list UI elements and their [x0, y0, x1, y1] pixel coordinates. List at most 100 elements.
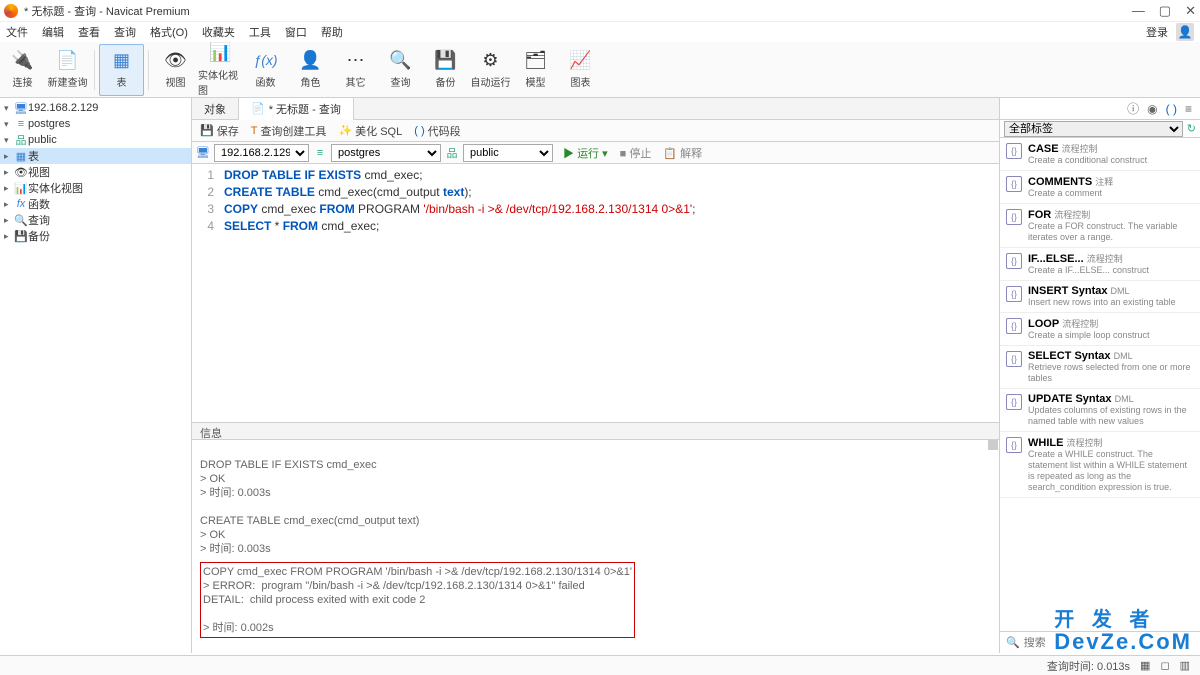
user-avatar-icon[interactable]: 👤: [1176, 23, 1194, 41]
tree-backups[interactable]: ▸💾备份: [0, 228, 191, 244]
menu-view[interactable]: 查看: [78, 24, 100, 40]
sql-editor[interactable]: 1234 DROP TABLE IF EXISTS cmd_exec;CREAT…: [192, 164, 999, 422]
toolbar-自动运行[interactable]: 自动运行: [468, 44, 513, 96]
toolbar-角色[interactable]: 角色: [288, 44, 333, 96]
save-button[interactable]: 💾保存: [200, 123, 239, 139]
tree-functions[interactable]: ▸fx函数: [0, 196, 191, 212]
snippet-icon: {}: [1006, 437, 1022, 453]
tree-queries[interactable]: ▸🔍查询: [0, 212, 191, 228]
line-gutter: 1234: [192, 164, 220, 422]
title-bar: * 无标题 - 查询 - Navicat Premium — ▢ ✕: [0, 0, 1200, 22]
ic-chart: [569, 50, 593, 70]
snippet-icon: {}: [1006, 253, 1022, 269]
snippet-SELECT Syntax[interactable]: {}SELECT Syntax DMLRetrieve rows selecte…: [1000, 346, 1200, 389]
query-builder-button[interactable]: T查询创建工具: [251, 123, 327, 139]
toolbar-图表[interactable]: 图表: [558, 44, 603, 96]
snippet-icon: {}: [1006, 394, 1022, 410]
toolbar-实体化视图[interactable]: 实体化视图: [198, 44, 243, 96]
stop-button[interactable]: ■ 停止: [620, 145, 652, 161]
scrollbar-thumb[interactable]: [988, 440, 998, 450]
ic-model: [524, 50, 548, 70]
menu-help[interactable]: 帮助: [321, 24, 343, 40]
menu-window[interactable]: 窗口: [285, 24, 307, 40]
schema-select[interactable]: public: [463, 144, 553, 162]
list-icon[interactable]: ≡: [1185, 102, 1192, 116]
toolbar-模型[interactable]: 模型: [513, 44, 558, 96]
snippet-INSERT Syntax[interactable]: {}INSERT Syntax DMLInsert new rows into …: [1000, 281, 1200, 313]
ic-other: [344, 50, 368, 70]
minimize-icon[interactable]: —: [1132, 3, 1145, 19]
snippet-LOOP[interactable]: {}LOOP 流程控制Create a simple loop construc…: [1000, 313, 1200, 346]
toolbar-表[interactable]: 表: [99, 44, 144, 96]
ic-table: [110, 50, 134, 70]
database-select[interactable]: postgres: [331, 144, 441, 162]
tag-filter-select[interactable]: 全部标签: [1004, 121, 1183, 137]
menu-bar: 文件 编辑 查看 查询 格式(O) 收藏夹 工具 窗口 帮助 登录 👤: [0, 22, 1200, 42]
snippet-icon: {}: [1006, 318, 1022, 334]
snippet-icon: {}: [1006, 351, 1022, 367]
status-grid-icon[interactable]: ▦: [1140, 659, 1150, 672]
snippet-FOR[interactable]: {}FOR 流程控制Create a FOR construct. The va…: [1000, 204, 1200, 248]
menu-file[interactable]: 文件: [6, 24, 28, 40]
ic-role: [299, 50, 323, 70]
ic-view: [164, 50, 188, 70]
menu-tools[interactable]: 工具: [249, 24, 271, 40]
snippet-COMMENTS[interactable]: {}COMMENTS 注释Create a comment: [1000, 171, 1200, 204]
ic-mat: [209, 43, 233, 63]
snippet-CASE[interactable]: {}CASE 流程控制Create a conditional construc…: [1000, 138, 1200, 171]
tree-schema[interactable]: ▾品public: [0, 132, 191, 148]
snippet-icon: {}: [1006, 209, 1022, 225]
close-icon[interactable]: ✕: [1185, 3, 1196, 19]
toolbar-连接[interactable]: 连接: [0, 44, 45, 96]
explain-button[interactable]: 📋 解释: [663, 145, 702, 161]
snippet-UPDATE Syntax[interactable]: {}UPDATE Syntax DMLUpdates columns of ex…: [1000, 389, 1200, 432]
maximize-icon[interactable]: ▢: [1159, 3, 1171, 19]
tree-server[interactable]: ▾🖥192.168.2.129: [0, 100, 191, 116]
connection-tree: ▾🖥192.168.2.129 ▾≡postgres ▾品public ▸▦表 …: [0, 98, 192, 653]
run-button[interactable]: ▶ 运行 ▾: [563, 145, 608, 161]
toolbar-ribbon: 连接新建查询表视图实体化视图函数角色其它查询备份自动运行模型图表: [0, 42, 1200, 98]
menu-favorites[interactable]: 收藏夹: [202, 24, 235, 40]
eye-icon[interactable]: ◉: [1147, 102, 1157, 116]
db-icon: ≡: [313, 147, 327, 159]
messages-header[interactable]: 信息: [192, 422, 999, 440]
connection-bar: 🖥 192.168.2.129 ≡ postgres 品 public ▶ 运行…: [192, 142, 999, 164]
save-icon: 💾: [200, 124, 214, 137]
status-box-icon[interactable]: ◻: [1160, 659, 1169, 672]
snippet-icon: {}: [1006, 176, 1022, 192]
info-icon[interactable]: ⓘ: [1127, 100, 1139, 117]
tree-tables[interactable]: ▸▦表: [0, 148, 191, 164]
brackets-icon: ( ): [414, 125, 424, 137]
window-title: * 无标题 - 查询 - Navicat Premium: [24, 3, 190, 19]
tab-objects[interactable]: 对象: [192, 98, 239, 120]
server-select[interactable]: 192.168.2.129: [214, 144, 309, 162]
toolbar-函数[interactable]: 函数: [243, 44, 288, 96]
menu-format[interactable]: 格式(O): [150, 24, 188, 40]
search-icon: 🔍: [1006, 636, 1020, 649]
refresh-icon[interactable]: ↻: [1187, 122, 1196, 135]
toolbar-视图[interactable]: 视图: [153, 44, 198, 96]
menu-query[interactable]: 查询: [114, 24, 136, 40]
ic-query: [389, 50, 413, 70]
snippet-WHILE[interactable]: {}WHILE 流程控制Create a WHILE construct. Th…: [1000, 432, 1200, 498]
menu-edit[interactable]: 编辑: [42, 24, 64, 40]
toolbar-其它[interactable]: 其它: [333, 44, 378, 96]
tree-views[interactable]: ▸👁视图: [0, 164, 191, 180]
toolbar-查询[interactable]: 查询: [378, 44, 423, 96]
code-content[interactable]: DROP TABLE IF EXISTS cmd_exec;CREATE TAB…: [220, 164, 696, 422]
snippet-panel: ⓘ ◉ ( ) ≡ 全部标签 ↻ {}CASE 流程控制Create a con…: [1000, 98, 1200, 653]
snippet-IF...ELSE...[interactable]: {}IF...ELSE... 流程控制Create a IF...ELSE...…: [1000, 248, 1200, 281]
brackets-icon[interactable]: ( ): [1166, 102, 1177, 116]
messages-panel: DROP TABLE IF EXISTS cmd_exec > OK > 时间:…: [192, 440, 999, 653]
tree-matviews[interactable]: ▸📊实体化视图: [0, 180, 191, 196]
login-link[interactable]: 登录: [1146, 24, 1168, 40]
toolbar-备份[interactable]: 备份: [423, 44, 468, 96]
snippet-button[interactable]: ( )代码段: [414, 123, 460, 139]
toolbar-新建查询[interactable]: 新建查询: [45, 44, 90, 96]
status-chart-icon[interactable]: ▥: [1180, 659, 1190, 672]
tab-query[interactable]: 📄* 无标题 - 查询: [239, 98, 354, 121]
tree-database[interactable]: ▾≡postgres: [0, 116, 191, 132]
beautify-button[interactable]: ✨美化 SQL: [338, 123, 402, 139]
error-box: COPY cmd_exec FROM PROGRAM '/bin/bash -i…: [200, 562, 635, 638]
editor-tabs: 对象 📄* 无标题 - 查询: [192, 98, 999, 120]
